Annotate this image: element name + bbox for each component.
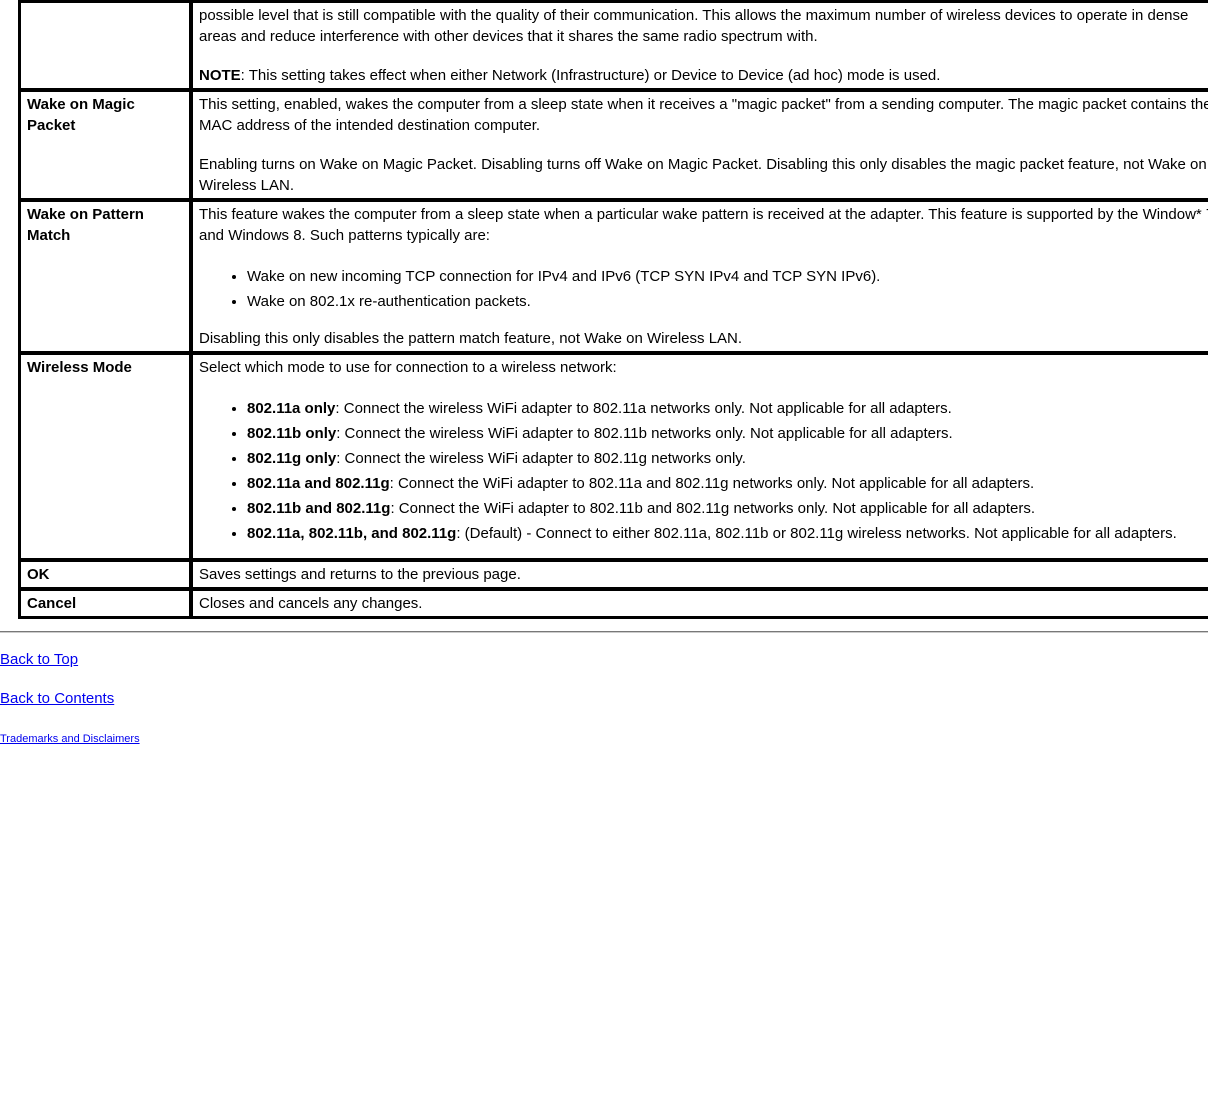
note-text: : This setting takes effect when either … xyxy=(241,67,941,84)
setting-label-cell: Wake on Pattern Match xyxy=(20,201,190,352)
setting-desc-cell: Select which mode to use for connection … xyxy=(192,354,1208,559)
mode-text: : Connect the wireless WiFi adapter to 8… xyxy=(336,425,952,442)
divider xyxy=(0,631,1208,633)
setting-desc-text: This setting, enabled, wakes the compute… xyxy=(199,94,1208,136)
list-item: 802.11a only: Connect the wireless WiFi … xyxy=(247,396,1208,421)
pattern-list: Wake on new incoming TCP connection for … xyxy=(199,264,1208,314)
mode-bold: 802.11b and 802.11g xyxy=(247,500,390,517)
settings-table: possible level that is still compatible … xyxy=(18,0,1208,619)
setting-desc-cell: possible level that is still compatible … xyxy=(192,2,1208,89)
table-row: possible level that is still compatible … xyxy=(20,2,1208,89)
mode-text: : Connect the WiFi adapter to 802.11a an… xyxy=(390,475,1035,492)
list-item: 802.11b only: Connect the wireless WiFi … xyxy=(247,421,1208,446)
table-row: Wake on Magic Packet This setting, enabl… xyxy=(20,91,1208,199)
table-row: OK Saves settings and returns to the pre… xyxy=(20,561,1208,588)
mode-text: : Connect the wireless WiFi adapter to 8… xyxy=(335,400,951,417)
mode-text: : Connect the WiFi adapter to 802.11b an… xyxy=(390,500,1035,517)
setting-note: NOTE: This setting takes effect when eit… xyxy=(199,65,1208,86)
mode-text: : Connect the wireless WiFi adapter to 8… xyxy=(336,450,746,467)
back-to-contents-link[interactable]: Back to Contents xyxy=(0,688,114,709)
list-item: 802.11b and 802.11g: Connect the WiFi ad… xyxy=(247,496,1208,521)
mode-bold: 802.11b only xyxy=(247,425,336,442)
setting-desc-text: possible level that is still compatible … xyxy=(199,5,1208,47)
note-bold: NOTE xyxy=(199,67,241,84)
list-item: Wake on new incoming TCP connection for … xyxy=(247,264,1208,289)
setting-label-cell: Wireless Mode xyxy=(20,354,190,559)
mode-text: : (Default) - Connect to either 802.11a,… xyxy=(456,525,1176,542)
setting-desc-text: Enabling turns on Wake on Magic Packet. … xyxy=(199,154,1208,196)
list-item: 802.11a, 802.11b, and 802.11g: (Default)… xyxy=(247,521,1208,546)
mode-bold: 802.11a and 802.11g xyxy=(247,475,390,492)
setting-label-cell: Wake on Magic Packet xyxy=(20,91,190,199)
setting-desc-cell: Saves settings and returns to the previo… xyxy=(192,561,1208,588)
setting-label-cell: OK xyxy=(20,561,190,588)
mode-bold: 802.11a, 802.11b, and 802.11g xyxy=(247,525,456,542)
mode-bold: 802.11a only xyxy=(247,400,335,417)
table-row: Wake on Pattern Match This feature wakes… xyxy=(20,201,1208,352)
setting-label-cell: Cancel xyxy=(20,590,190,617)
setting-desc-cell: This setting, enabled, wakes the compute… xyxy=(192,91,1208,199)
setting-desc-text: This feature wakes the computer from a s… xyxy=(199,204,1208,246)
setting-desc-cell: Closes and cancels any changes. xyxy=(192,590,1208,617)
list-item: Wake on 802.1x re-authentication packets… xyxy=(247,289,1208,314)
list-item: 802.11a and 802.11g: Connect the WiFi ad… xyxy=(247,471,1208,496)
setting-label-cell xyxy=(20,2,190,89)
setting-desc-text: Disabling this only disables the pattern… xyxy=(199,328,1208,349)
modes-list: 802.11a only: Connect the wireless WiFi … xyxy=(199,396,1208,546)
table-row: Wireless Mode Select which mode to use f… xyxy=(20,354,1208,559)
table-row: Cancel Closes and cancels any changes. xyxy=(20,590,1208,617)
setting-desc-cell: This feature wakes the computer from a s… xyxy=(192,201,1208,352)
back-to-top-link[interactable]: Back to Top xyxy=(0,649,78,670)
trademarks-link[interactable]: Trademarks and Disclaimers xyxy=(0,732,140,747)
mode-bold: 802.11g only xyxy=(247,450,336,467)
list-item: 802.11g only: Connect the wireless WiFi … xyxy=(247,446,1208,471)
setting-desc-text: Select which mode to use for connection … xyxy=(199,357,1208,378)
